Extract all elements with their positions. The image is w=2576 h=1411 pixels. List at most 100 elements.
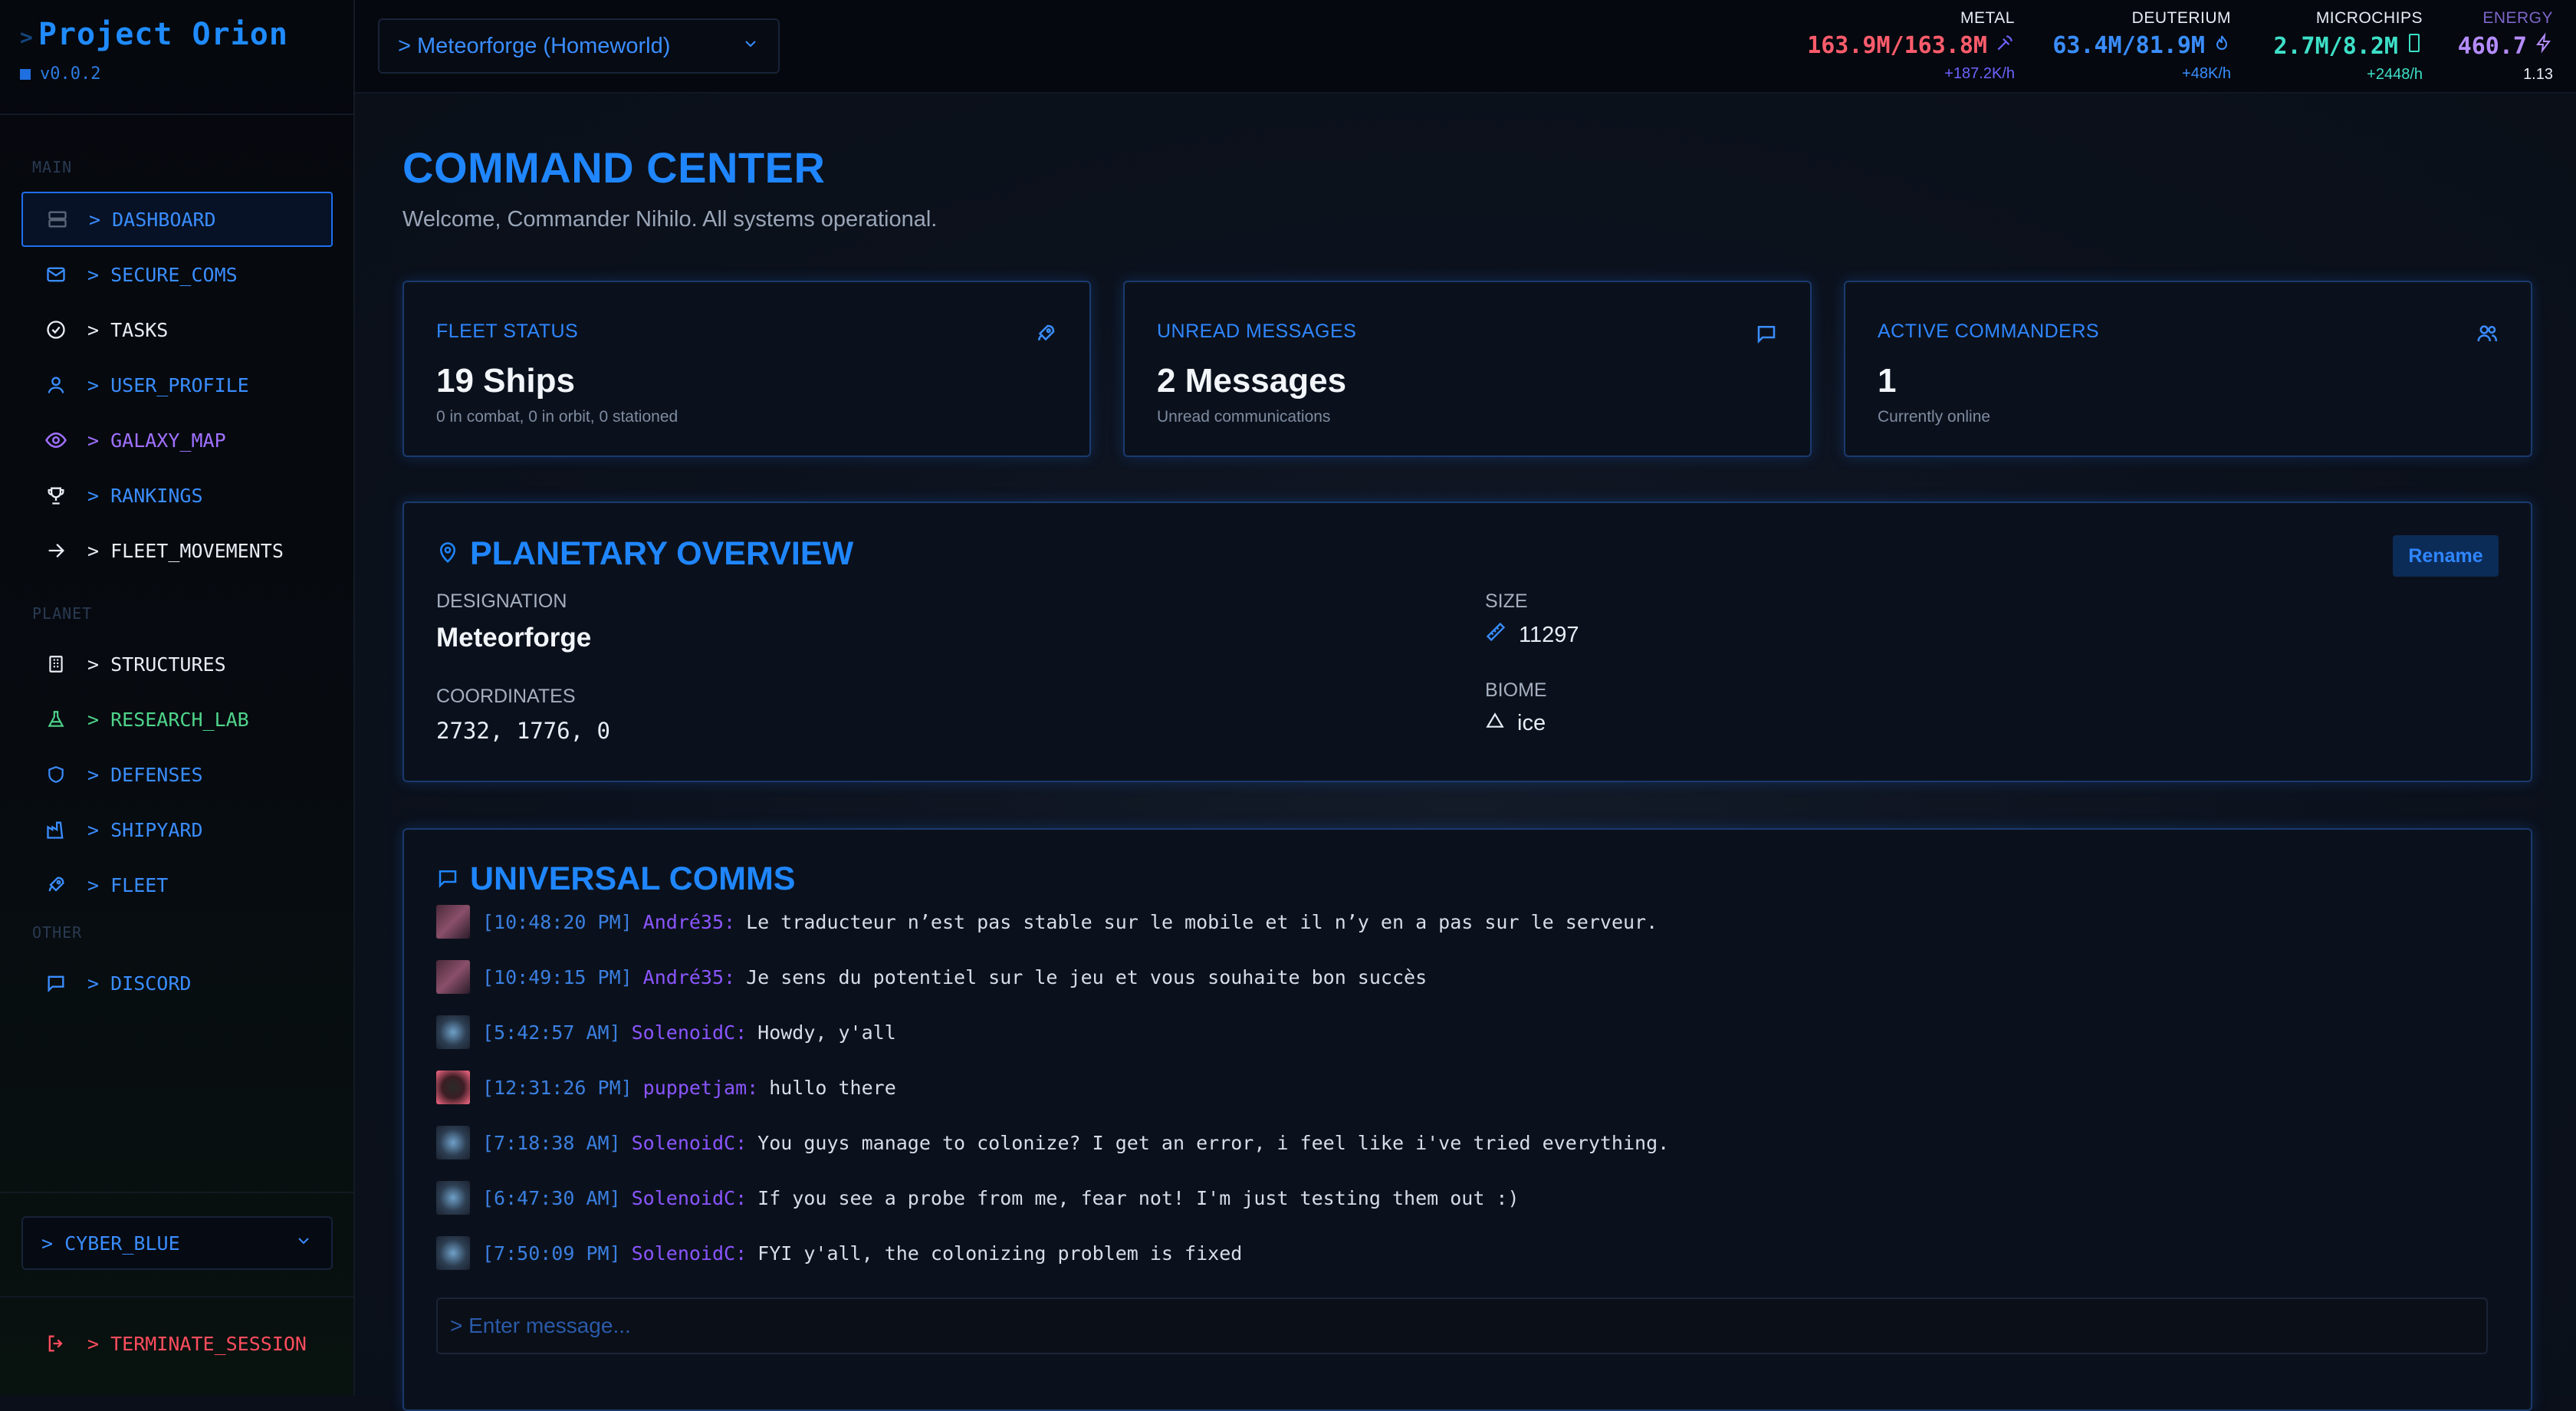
sidebar-item-structures[interactable]: > STRUCTURES: [21, 636, 333, 692]
chat-icon: [1755, 322, 1779, 347]
building-icon: [44, 653, 67, 676]
section-label-other: OTHER: [32, 923, 83, 942]
sidebar-item-label: > GALAXY_MAP: [87, 429, 226, 452]
stat-card-messages[interactable]: UNREAD MESSAGES 2 Messages Unread commun…: [1123, 281, 1812, 457]
resource-microchips: MICROCHIPS 2.7M/8.2M +2448/h: [2254, 9, 2423, 84]
planet-biome: ice: [1485, 710, 1546, 736]
avatar[interactable]: [436, 1126, 470, 1159]
resource-label: MICROCHIPS: [2315, 9, 2423, 27]
stat-value: 2 Messages: [1157, 362, 1347, 400]
welcome-text: Welcome, Commander Nihilo. All systems o…: [402, 207, 938, 232]
logout-button[interactable]: > TERMINATE_SESSION: [21, 1316, 333, 1371]
sidebar-item-research-lab[interactable]: > RESEARCH_LAB: [21, 692, 333, 747]
stat-title: FLEET STATUS: [436, 321, 579, 342]
field-label: COORDINATES: [436, 686, 576, 707]
avatar[interactable]: [436, 1071, 470, 1104]
resource-label: METAL: [1960, 9, 2015, 27]
flask-icon: [44, 708, 67, 731]
stat-card-fleet[interactable]: FLEET STATUS 19 Ships 0 in combat, 0 in …: [402, 281, 1091, 457]
resource-rate: 1.13: [2523, 66, 2553, 83]
chat-username[interactable]: SolenoidC:: [632, 1021, 748, 1044]
chat-username[interactable]: SolenoidC:: [632, 1132, 748, 1154]
resource-label: ENERGY: [2482, 9, 2553, 27]
sidebar-item-defenses[interactable]: > DEFENSES: [21, 747, 333, 802]
sidebar-item-label: > TASKS: [87, 318, 169, 341]
main-content: COMMAND CENTER Welcome, Commander Nihilo…: [355, 94, 2576, 1411]
chat-message: [7:50:09 PM] SolenoidC: FYI y'all, the col…: [436, 1236, 1242, 1270]
stat-title: ACTIVE COMMANDERS: [1878, 321, 2100, 342]
map-pin-icon: [436, 535, 459, 573]
resource-label: DEUTERIUM: [2131, 9, 2231, 27]
page-title: COMMAND CENTER: [402, 143, 826, 192]
section-title: UNIVERSAL COMMS: [436, 860, 795, 898]
avatar[interactable]: [436, 905, 470, 939]
universal-comms-panel: UNIVERSAL COMMS [10:48:20 PM] André35: Le …: [402, 828, 2532, 1411]
user-icon: [44, 373, 67, 396]
mountain-icon: [1485, 710, 1505, 736]
resource-rate: +187.2K/h: [1944, 65, 2015, 82]
section-title: PLANETARY OVERVIEW: [436, 535, 853, 573]
bolt-icon: [2535, 32, 2553, 60]
avatar[interactable]: [436, 1181, 470, 1215]
divider: [0, 1296, 353, 1298]
chat-input[interactable]: > Enter message...: [436, 1298, 2488, 1354]
server-icon: [46, 208, 69, 231]
chat-username[interactable]: SolenoidC:: [632, 1242, 748, 1265]
app-title[interactable]: > Project Orion: [20, 17, 288, 52]
sidebar-item-tasks[interactable]: > TASKS: [21, 302, 333, 357]
sidebar-item-label: > FLEET: [87, 873, 169, 896]
theme-select[interactable]: > CYBER_BLUE: [21, 1216, 333, 1270]
chat-username[interactable]: SolenoidC:: [632, 1187, 748, 1209]
sidebar-item-discord[interactable]: > DISCORD: [21, 955, 333, 1011]
logout-label: > TERMINATE_SESSION: [87, 1332, 307, 1355]
section-label-planet: PLANET: [32, 604, 93, 623]
ruler-icon: [1485, 621, 1506, 649]
avatar[interactable]: [436, 1236, 470, 1270]
chevron-down-icon: [294, 1232, 313, 1255]
resource-value: 460.7: [2438, 32, 2553, 60]
planet-designation: Meteorforge: [436, 623, 592, 653]
field-label: BIOME: [1485, 679, 1547, 701]
chat-username[interactable]: puppetjam:: [643, 1077, 759, 1099]
top-bar: > Meteorforge (Homeworld): [355, 0, 2576, 94]
chat-username[interactable]: André35:: [643, 911, 735, 933]
sidebar-item-user-profile[interactable]: > USER_PROFILE: [21, 357, 333, 413]
sidebar-item-rankings[interactable]: > RANKINGS: [21, 468, 333, 523]
planet-coordinates: 2732, 1776, 0: [436, 718, 610, 744]
resource-value: 2.7M/8.2M: [2254, 32, 2423, 60]
avatar[interactable]: [436, 1015, 470, 1049]
chat-message: [10:48:20 PM] André35: Le traducteur n’est…: [436, 905, 1658, 939]
chat-message: [6:47:30 AM] SolenoidC: If you see a probe…: [436, 1181, 1520, 1215]
prompt-caret-icon: >: [20, 25, 34, 50]
sidebar-item-label: > DEFENSES: [87, 763, 203, 786]
sidebar-item-fleet-movements[interactable]: > FLEET_MOVEMENTS: [21, 523, 333, 578]
resource-value: 63.4M/81.9M: [2039, 32, 2231, 59]
resource-deuterium: DEUTERIUM 63.4M/81.9M +48K/h: [2039, 9, 2231, 83]
users-icon: [2476, 322, 2500, 347]
sidebar-item-label: > DISCORD: [87, 972, 192, 995]
chat-icon: [44, 972, 67, 995]
shield-icon: [44, 763, 67, 786]
sidebar-item-label: > USER_PROFILE: [87, 373, 249, 396]
sidebar-item-shipyard[interactable]: > SHIPYARD: [21, 802, 333, 857]
stat-card-commanders[interactable]: ACTIVE COMMANDERS 1 Currently online: [1844, 281, 2532, 457]
status-square-icon: [20, 68, 31, 80]
sidebar-item-secure-coms[interactable]: > SECURE_COMS: [21, 247, 333, 302]
sidebar-item-fleet[interactable]: > FLEET: [21, 857, 333, 913]
chat-username[interactable]: André35:: [643, 966, 735, 988]
rename-button[interactable]: Rename: [2393, 535, 2499, 577]
sidebar-item-dashboard[interactable]: > DASHBOARD: [21, 192, 333, 247]
chat-message: [10:49:15 PM] André35: Je sens du potentie…: [436, 960, 1427, 994]
chat-message: [7:18:38 AM] SolenoidC: You guys manage to…: [436, 1126, 1669, 1159]
stat-subtext: Currently online: [1878, 408, 1991, 426]
planet-select[interactable]: > Meteorforge (Homeworld): [378, 18, 780, 74]
chat-input-placeholder: > Enter message...: [450, 1314, 631, 1337]
stat-title: UNREAD MESSAGES: [1157, 321, 1357, 342]
flame-icon: [2213, 32, 2231, 59]
theme-select-value: > CYBER_BLUE: [41, 1232, 180, 1255]
resource-value: 163.9M/163.8M: [1807, 32, 2015, 59]
avatar[interactable]: [436, 960, 470, 994]
stat-subtext: 0 in combat, 0 in orbit, 0 stationed: [436, 408, 678, 426]
eye-icon: [44, 429, 67, 452]
sidebar-item-galaxy-map[interactable]: > GALAXY_MAP: [21, 413, 333, 468]
